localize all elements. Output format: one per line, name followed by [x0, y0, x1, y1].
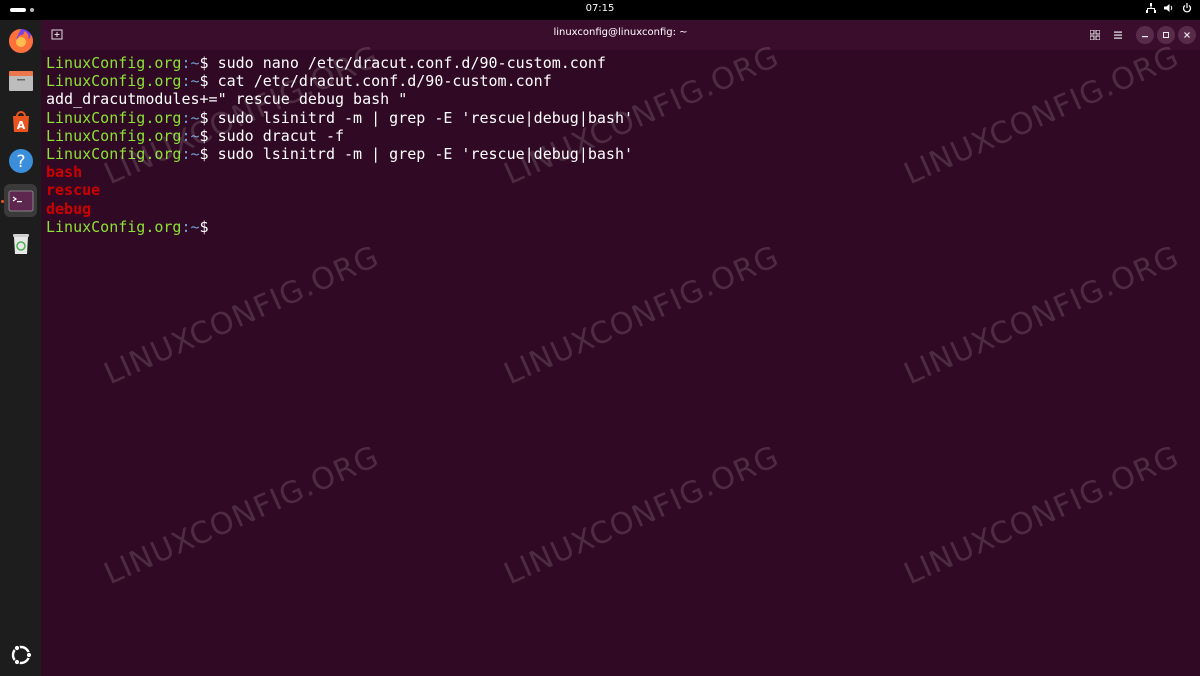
top-bar: 07:15 [0, 0, 1200, 20]
prompt-host: LinuxConfig.org [46, 126, 182, 145]
dock-item-help[interactable]: ? [4, 144, 37, 177]
terminal-window: linuxconfig@linuxconfig: ~ LinuxConfig.o… [41, 20, 1200, 676]
prompt-path: :~ [181, 72, 200, 91]
prompt-sign: $ [199, 126, 209, 145]
dock-item-files[interactable] [4, 64, 37, 97]
help-icon: ? [8, 148, 33, 173]
split-view-button[interactable] [1086, 26, 1104, 44]
network-icon[interactable] [1146, 3, 1156, 18]
menu-button[interactable] [1109, 26, 1127, 44]
prompt-host: LinuxConfig.org [46, 144, 182, 163]
prompt-path: :~ [181, 217, 200, 236]
command-text: sudo lsinitrd -m | grep -E 'rescue|debug… [208, 144, 634, 163]
split-view-icon [1090, 30, 1100, 40]
dock-item-trash[interactable] [4, 226, 37, 259]
dock-item-app-center[interactable]: A [4, 104, 37, 137]
ubuntu-logo-icon [11, 644, 32, 665]
prompt-path: :~ [181, 54, 200, 72]
dock-item-terminal[interactable] [4, 184, 37, 217]
command-text: sudo dracut -f [208, 126, 345, 145]
prompt-sign: $ [199, 217, 209, 236]
watermark: LINUXCONFIG.ORG [499, 439, 785, 592]
power-icon[interactable] [1182, 3, 1192, 18]
window-headerbar[interactable]: linuxconfig@linuxconfig: ~ [41, 20, 1200, 50]
volume-icon[interactable] [1164, 3, 1174, 18]
minimize-icon [1142, 36, 1148, 38]
watermark: LINUXCONFIG.ORG [899, 439, 1185, 592]
prompt-sign: $ [199, 108, 209, 127]
watermark: LINUXCONFIG.ORG [99, 439, 385, 592]
firefox-icon [8, 28, 33, 53]
prompt-sign: $ [199, 144, 209, 163]
app-center-icon: A [12, 110, 29, 132]
terminal-icon [8, 190, 33, 211]
watermark: LINUXCONFIG.ORG [499, 239, 785, 392]
close-icon [1184, 32, 1190, 38]
prompt-path: :~ [181, 126, 200, 145]
files-icon [8, 70, 33, 91]
terminal-command-line: LinuxConfig.org:~$ cat /etc/dracut.conf.… [46, 72, 1196, 90]
grep-match-text: rescue [46, 181, 101, 200]
svg-text:?: ? [16, 152, 25, 172]
clock[interactable]: 07:15 [0, 3, 1200, 14]
terminal-command-line: LinuxConfig.org:~$ [46, 218, 1196, 236]
window-title: linuxconfig@linuxconfig: ~ [553, 27, 688, 38]
watermark: LINUXCONFIG.ORG [99, 239, 385, 392]
prompt-path: :~ [181, 144, 200, 163]
terminal-output-line: bash [46, 163, 1196, 181]
prompt-host: LinuxConfig.org [46, 108, 182, 127]
close-button[interactable] [1178, 26, 1196, 44]
prompt-host: LinuxConfig.org [46, 217, 182, 236]
dock-item-firefox[interactable] [4, 24, 37, 57]
prompt-sign: $ [199, 54, 209, 72]
maximize-icon [1163, 32, 1169, 38]
trash-icon [12, 233, 29, 254]
command-text: sudo lsinitrd -m | grep -E 'rescue|debug… [208, 108, 634, 127]
output-text: add_dracutmodules+=" rescue debug bash " [46, 90, 408, 109]
terminal-command-line: LinuxConfig.org:~$ sudo dracut -f [46, 127, 1196, 145]
terminal-output-line: add_dracutmodules+=" rescue debug bash " [46, 90, 1196, 108]
grep-match-text: bash [46, 163, 83, 182]
svg-text:A: A [16, 119, 25, 132]
prompt-host: LinuxConfig.org [46, 72, 182, 91]
prompt-host: LinuxConfig.org [46, 54, 182, 72]
terminal-command-line: LinuxConfig.org:~$ sudo lsinitrd -m | gr… [46, 145, 1196, 163]
terminal-command-line: LinuxConfig.org:~$ sudo nano /etc/dracut… [46, 54, 1196, 72]
command-text: sudo nano /etc/dracut.conf.d/90-custom.c… [208, 54, 606, 72]
menu-icon [1114, 31, 1122, 39]
maximize-button[interactable] [1157, 26, 1175, 44]
terminal-output-line: rescue [46, 181, 1196, 199]
show-apps-button[interactable] [4, 638, 37, 671]
prompt-path: :~ [181, 108, 200, 127]
minimize-button[interactable] [1136, 26, 1154, 44]
terminal-output[interactable]: LinuxConfig.org:~$ sudo nano /etc/dracut… [46, 54, 1196, 236]
dock: A ? [0, 20, 41, 676]
terminal-output-line: debug [46, 200, 1196, 218]
system-tray[interactable] [1146, 3, 1192, 18]
grep-match-text: debug [46, 199, 92, 218]
terminal-command-line: LinuxConfig.org:~$ sudo lsinitrd -m | gr… [46, 109, 1196, 127]
command-text: cat /etc/dracut.conf.d/90-custom.conf [208, 72, 552, 91]
watermark: LINUXCONFIG.ORG [899, 239, 1185, 392]
prompt-sign: $ [199, 72, 209, 91]
